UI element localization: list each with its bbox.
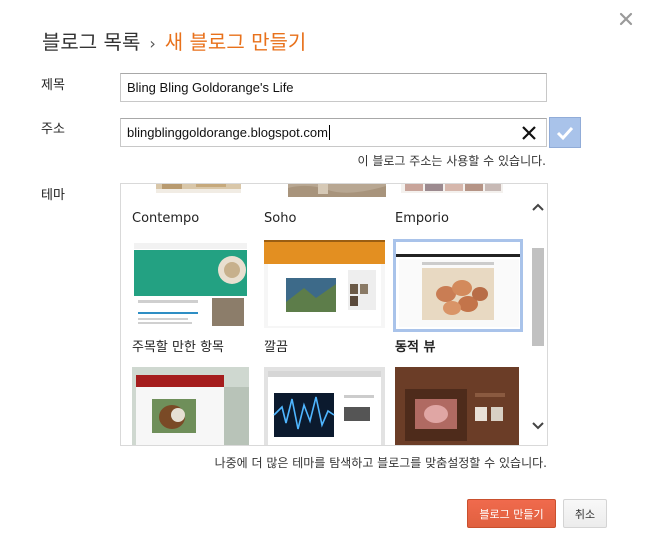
theme-name-contempo: Contempo [132,211,200,226]
theme-picture-window[interactable] [132,367,249,445]
clear-address-icon[interactable] [521,125,537,141]
theme-watermark[interactable] [395,367,519,445]
close-dialog-icon[interactable] [618,11,634,27]
text-caret [328,125,330,140]
theme-name-emporio: Emporio [395,211,449,226]
theme-name-simple: 깔끔 [264,340,288,355]
title-label: 제목 [41,78,65,93]
scroll-down-icon[interactable] [529,417,547,435]
theme-notable[interactable] [132,240,249,328]
theme-emporio[interactable] [401,184,518,193]
blog-title-input[interactable]: Bling Bling Goldorange's Life [120,73,547,102]
blog-address-value: blingblinggoldorange.blogspot.com [127,125,328,140]
scrollbar-thumb[interactable] [532,248,544,346]
theme-soho[interactable] [288,184,405,197]
address-availability-hint: 이 블로그 주소는 사용할 수 있습니다. [357,154,547,168]
theme-name-notable: 주목할 만한 항목 [132,340,224,355]
address-label: 주소 [41,122,65,137]
create-blog-dialog: 블로그 목록 › 새 블로그 만들기 제목 Bling Bling Goldoran… [0,0,648,558]
scroll-up-icon[interactable] [529,198,547,216]
customize-later-note: 나중에 더 많은 테마를 탐색하고 블로그를 맞춤설정할 수 있습니다. [214,456,547,470]
theme-contempo[interactable] [156,184,273,193]
theme-dynamic-views-selected[interactable] [393,239,523,332]
breadcrumb: 블로그 목록 › 새 블로그 만들기 [42,30,306,56]
create-blog-button[interactable]: 블로그 만들기 [467,499,556,528]
theme-picker: Contempo Soho Emporio 주목할 만한 항목 깔끔 동적 뷰 [120,183,548,446]
theme-scrollbar[interactable] [529,184,547,445]
theme-awesome-inc[interactable] [264,367,385,445]
blog-title-value: Bling Bling Goldorange's Life [127,80,294,95]
cancel-button[interactable]: 취소 [563,499,607,528]
theme-label: 테마 [41,188,65,203]
breadcrumb-blog-list[interactable]: 블로그 목록 [42,30,140,54]
theme-grid: Contempo Soho Emporio 주목할 만한 항목 깔끔 동적 뷰 [121,184,529,445]
breadcrumb-separator: › [149,34,156,53]
page-title: 새 블로그 만들기 [164,30,307,54]
address-available-check-icon[interactable] [549,117,581,148]
theme-simple[interactable] [264,240,385,328]
theme-name-soho: Soho [264,211,297,226]
theme-name-dynamic-views: 동적 뷰 [395,340,436,355]
blog-address-input[interactable]: blingblinggoldorange.blogspot.com [120,118,547,147]
